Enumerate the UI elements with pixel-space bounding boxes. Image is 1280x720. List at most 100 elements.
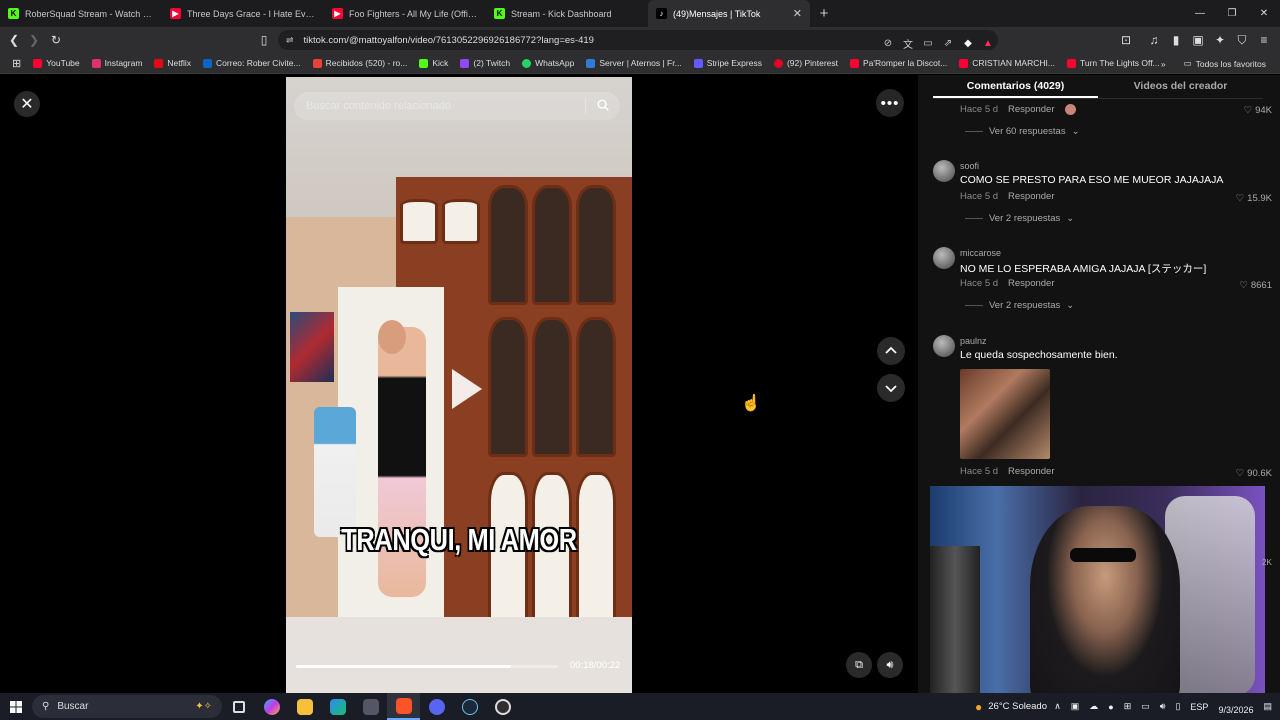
- bookmark-item[interactable]: Recibidos (520) - ro...: [307, 58, 414, 68]
- windows-start-icon[interactable]: [0, 693, 32, 720]
- wallet-icon[interactable]: ▣: [1188, 27, 1208, 53]
- cast-icon[interactable]: ▭: [918, 38, 938, 49]
- screenshot-icon[interactable]: ⊡: [1116, 27, 1136, 53]
- close-tab-icon[interactable]: ✕: [793, 7, 802, 20]
- video-player[interactable]: TRANQUI, MI AMOR: [286, 77, 632, 693]
- vpn-icon[interactable]: ⛉: [1232, 27, 1252, 53]
- battery-icon[interactable]: ▯: [1175, 701, 1180, 712]
- related-search-input[interactable]: Buscar contenido relacionado: [294, 92, 620, 120]
- avatar[interactable]: [933, 247, 955, 269]
- bookmark-item[interactable]: Correo: Rober Civite...: [197, 58, 307, 68]
- view-replies-button[interactable]: Ver 2 respuestas ⌄: [965, 300, 1074, 311]
- language-indicator[interactable]: ESP: [1190, 702, 1208, 712]
- sidebar-icon[interactable]: ▮: [1166, 27, 1186, 53]
- reply-button[interactable]: Responder: [1008, 104, 1054, 115]
- more-options-icon[interactable]: •••: [876, 89, 904, 117]
- bookmark-item[interactable]: (92) Pinterest: [768, 58, 844, 68]
- restore-icon[interactable]: ❐: [1216, 0, 1248, 27]
- tray-expand-icon[interactable]: ∧: [1054, 701, 1061, 712]
- browser-tab[interactable]: K RoberSquad Stream - Watch Live: [0, 0, 162, 27]
- url-field[interactable]: ⇌ tiktok.com/@mattoyalfon/video/76130522…: [278, 30, 998, 51]
- volume-button[interactable]: 🔊︎: [877, 652, 903, 678]
- tab-creator-videos[interactable]: Videos del creador: [1098, 75, 1263, 98]
- taskbar-search[interactable]: ⚲ Buscar ✦✧: [32, 695, 222, 718]
- bookmark-item[interactable]: (2) Twitch: [454, 58, 516, 68]
- bookmark-item[interactable]: YouTube: [27, 58, 85, 68]
- task-view-icon[interactable]: [222, 693, 255, 720]
- bookmark-item[interactable]: Stripe Express: [688, 58, 768, 68]
- discord-icon[interactable]: [420, 693, 453, 720]
- tray-icon[interactable]: ⊞: [1124, 701, 1132, 712]
- browser-tab[interactable]: ▶Foo Fighters - All My Life (Official HD: [324, 0, 486, 27]
- brave-browser-icon[interactable]: [387, 693, 420, 720]
- menu-icon[interactable]: ≡: [1254, 27, 1274, 53]
- pip-button[interactable]: ⧉: [846, 652, 872, 678]
- tray-icon[interactable]: ▣: [1071, 701, 1080, 712]
- translate-icon[interactable]: 文: [898, 36, 918, 51]
- view-replies-button[interactable]: Ver 2 respuestas ⌄: [965, 213, 1074, 224]
- weather-widget[interactable]: ● 26°C Soleado: [975, 693, 1047, 720]
- avatar[interactable]: [933, 335, 955, 357]
- next-video-button[interactable]: [877, 374, 905, 402]
- site-info-icon[interactable]: ⇌: [286, 35, 294, 46]
- like-count[interactable]: ♡ 94K: [1244, 105, 1272, 116]
- video-progress-bar[interactable]: [296, 665, 558, 668]
- notifications-icon[interactable]: ▤: [1263, 701, 1272, 712]
- rewards-icon[interactable]: ▲: [978, 38, 998, 49]
- bookmark-icon[interactable]: ▯: [254, 27, 274, 53]
- no-tracking-icon[interactable]: ⊘: [878, 38, 898, 49]
- clock[interactable]: 9/3/2026: [1218, 698, 1253, 715]
- back-icon[interactable]: ❮: [4, 27, 24, 53]
- chevron-more-icon[interactable]: »: [1161, 59, 1166, 69]
- tab-comments[interactable]: Comentarios (4029): [933, 75, 1098, 98]
- new-tab-button[interactable]: +: [810, 0, 838, 27]
- comment-username[interactable]: soofi: [960, 161, 979, 171]
- store-icon[interactable]: [321, 693, 354, 720]
- forward-icon[interactable]: ❯: [24, 27, 44, 53]
- app-icon[interactable]: [354, 693, 387, 720]
- browser-tab[interactable]: K Stream - Kick Dashboard: [486, 0, 648, 27]
- play-icon[interactable]: [452, 369, 482, 409]
- reply-button[interactable]: Responder: [1008, 191, 1054, 202]
- bookmark-item[interactable]: Netflix: [148, 58, 197, 68]
- reload-icon[interactable]: ↻: [46, 27, 66, 53]
- apps-icon[interactable]: ⊞: [6, 57, 27, 70]
- like-count[interactable]: ♡ 90.6K: [1236, 468, 1272, 479]
- reply-button[interactable]: Responder: [1008, 466, 1054, 477]
- comment-username[interactable]: miccarose: [960, 248, 1001, 258]
- bookmark-item[interactable]: Pa'Romper la Discot...: [844, 58, 953, 68]
- shield-icon[interactable]: ◆: [958, 38, 978, 49]
- file-explorer-icon[interactable]: [288, 693, 321, 720]
- minimize-icon[interactable]: —: [1184, 0, 1216, 27]
- bookmark-item[interactable]: WhatsApp: [516, 58, 580, 68]
- comment-username[interactable]: paulnz: [960, 336, 987, 346]
- copilot-icon[interactable]: [255, 693, 288, 720]
- previous-video-button[interactable]: [877, 337, 905, 365]
- view-replies-button[interactable]: Ver 60 respuestas ⌄: [965, 126, 1080, 137]
- bookmark-item[interactable]: Instagram: [86, 58, 149, 68]
- close-icon[interactable]: ✕: [14, 91, 40, 117]
- like-count[interactable]: ♡ 8661: [1239, 280, 1272, 291]
- bookmark-item[interactable]: Kick: [413, 58, 454, 68]
- bookmark-item[interactable]: CRISTIAN MARCHI...: [953, 58, 1061, 68]
- ai-icon[interactable]: ✦: [1210, 27, 1230, 53]
- media-icon[interactable]: ♫: [1144, 27, 1164, 53]
- obs-icon[interactable]: [486, 693, 519, 720]
- search-icon[interactable]: [596, 98, 610, 112]
- browser-tab-active[interactable]: ♪ (49)Mensajes | TikTok ✕: [648, 0, 810, 27]
- speaker-icon[interactable]: 🔊︎: [1160, 701, 1166, 712]
- avatar[interactable]: [933, 160, 955, 182]
- mic-icon[interactable]: ●: [1108, 702, 1113, 712]
- steam-icon[interactable]: [453, 693, 486, 720]
- network-icon[interactable]: ▭: [1141, 701, 1150, 712]
- bookmark-item[interactable]: Server | Aternos | Fr...: [580, 58, 687, 68]
- all-bookmarks-button[interactable]: ▭ Todos los favoritos: [1178, 58, 1272, 69]
- bookmark-item[interactable]: Turn The Lights Off...: [1061, 58, 1166, 68]
- comment-image[interactable]: [960, 369, 1050, 459]
- like-count[interactable]: ♡ 15.9K: [1236, 193, 1272, 204]
- tray-icon[interactable]: ☁: [1089, 701, 1098, 712]
- browser-tab[interactable]: ▶Three Days Grace - I Hate Everything: [162, 0, 324, 27]
- close-window-icon[interactable]: ✕: [1248, 0, 1280, 27]
- share-icon[interactable]: ⇗: [938, 38, 958, 49]
- reply-button[interactable]: Responder: [1008, 278, 1054, 289]
